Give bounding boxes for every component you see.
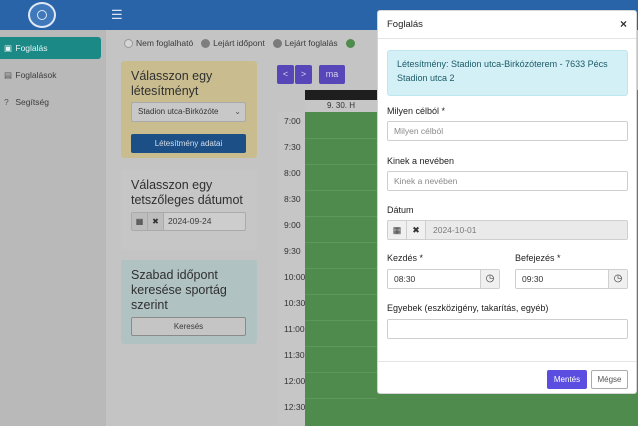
sidebar: ▣ Foglalás ▤ Foglalások ? Segítség [0,30,106,426]
time-label: 8:30 [284,194,301,204]
time-slot-divider [305,268,377,269]
name-input[interactable]: Kinek a nevében [387,171,628,191]
time-slot-divider [305,398,377,399]
legend-item: Lejárt időpont [201,38,265,48]
facility-select[interactable]: Stadion utca-Birkózóte ⌄ [131,102,246,122]
clear-icon[interactable]: ✖ [148,213,164,230]
legend-label: Nem foglalható [136,38,194,48]
time-label: 8:00 [284,168,301,178]
end-time-field[interactable]: 09:30 ◷ [515,269,628,289]
date-field[interactable]: ▦ ✖ 2024-10-01 [387,220,628,240]
sidebar-item-foglalas[interactable]: ▣ Foglalás [0,37,101,59]
legend-swatch [272,38,282,48]
date-picker[interactable]: ▦ ✖ 2024-09-24 [131,212,246,231]
save-button[interactable]: Mentés [547,370,587,389]
time-label: 10:00 [284,272,306,282]
date-picker-value[interactable]: 2024-09-24 [164,213,245,230]
list-icon: ▤ [4,70,13,80]
modal-title: Foglalás [387,19,423,30]
sidebar-item-label: Foglalások [15,70,57,80]
facility-card-title: Válasszon egy létesítményt [131,69,213,98]
help-icon: ? [4,97,9,107]
end-time-value[interactable]: 09:30 [516,270,608,288]
legend-item: Lejárt foglalás [272,38,338,48]
booking-modal: Foglalás × Létesítmény: Stadion utca-Bir… [377,10,637,394]
time-slot-divider [305,294,377,295]
time-slot-divider [305,372,377,373]
calendar-day-column[interactable] [305,112,377,426]
facility-card: Válasszon egy létesítményt Stadion utca-… [121,61,257,158]
facility-info-alert: Létesítmény: Stadion utca-Birkózóterem -… [387,50,628,96]
calendar-prev-button[interactable]: < [277,65,294,84]
time-slot-divider [305,190,377,191]
other-label: Egyebek (eszközigény, takarítás, egyéb) [387,303,549,313]
legend-item: Nem foglalható [124,38,193,48]
facility-details-button[interactable]: Létesítmény adatai [131,134,246,153]
date-card: Válasszon egy tetszőleges dátumot ▦ ✖ 20… [121,170,257,250]
sidebar-item-label: Segítség [15,97,49,107]
calendar-day-header: 9. 30. H [305,100,377,112]
start-time-value[interactable]: 08:30 [388,270,480,288]
logo-emblem [37,10,47,20]
calendar-icon[interactable]: ▦ [132,213,148,230]
close-icon[interactable]: × [620,17,627,31]
search-card: Szabad időpont keresése sportág szerint … [121,260,257,344]
time-label: 11:30 [284,350,305,360]
legend-swatch [201,38,211,48]
time-label: 7:30 [284,142,301,152]
time-slot-divider [305,216,377,217]
legend-item [345,38,355,48]
date-field-value[interactable]: 2024-10-01 [426,221,627,239]
legend-label: Lejárt foglalás [284,38,338,48]
calendar-time-column: 7:00 7:30 8:00 8:30 9:00 9:30 10:00 10:3… [278,112,305,426]
search-button[interactable]: Keresés [131,317,246,336]
clock-icon[interactable]: ◷ [480,270,499,288]
time-label: 11:00 [284,324,305,334]
name-label: Kinek a nevében [387,156,455,166]
legend: Nem foglalható Lejárt időpont Lejárt fog… [124,36,355,50]
sidebar-item-segitseg[interactable]: ? Segítség [0,91,101,113]
modal-footer: Mentés Mégse [378,361,636,394]
purpose-input[interactable]: Milyen célból [387,121,628,141]
time-slot-divider [305,320,377,321]
calendar-icon: ▣ [4,43,13,53]
calendar-header-bar [305,90,377,100]
start-time-field[interactable]: 08:30 ◷ [387,269,500,289]
sidebar-item-foglalasok[interactable]: ▤ Foglalások [0,64,101,86]
legend-swatch [124,38,133,48]
hamburger-menu-icon[interactable]: ☰ [111,8,123,21]
calendar-next-button[interactable]: > [295,65,312,84]
legend-label: Lejárt időpont [213,38,265,48]
modal-header: Foglalás × [378,11,636,39]
clear-icon[interactable]: ✖ [407,221,426,239]
time-slot-divider [305,346,377,347]
time-label: 9:00 [284,220,301,230]
facility-select-value: Stadion utca-Birkózóte [138,107,219,116]
date-card-title: Válasszon egy tetszőleges dátumot [131,178,243,207]
facility-info-label: Létesítmény [397,59,447,69]
time-label: 9:30 [284,246,301,256]
time-slot-divider [305,138,377,139]
calendar-icon[interactable]: ▦ [388,221,407,239]
cancel-button[interactable]: Mégse [591,370,628,389]
sidebar-item-label: Foglalás [15,43,48,53]
other-input[interactable] [387,319,628,339]
start-label: Kezdés * [387,253,424,263]
logo[interactable] [28,2,56,28]
end-label: Befejezés * [515,253,561,263]
date-label: Dátum [387,205,414,215]
time-label: 12:30 [284,402,306,412]
time-label: 7:00 [284,116,301,126]
time-slot-divider [305,242,377,243]
calendar-today-button[interactable]: ma [319,65,345,84]
clock-icon[interactable]: ◷ [608,270,627,288]
purpose-label: Milyen célból * [387,106,446,116]
search-card-title: Szabad időpont keresése sportág szerint [131,268,227,312]
time-slot-divider [305,164,377,165]
time-label: 12:00 [284,376,306,386]
legend-swatch [345,38,355,48]
time-label: 10:30 [284,298,306,308]
chevron-down-icon: ⌄ [234,107,241,116]
